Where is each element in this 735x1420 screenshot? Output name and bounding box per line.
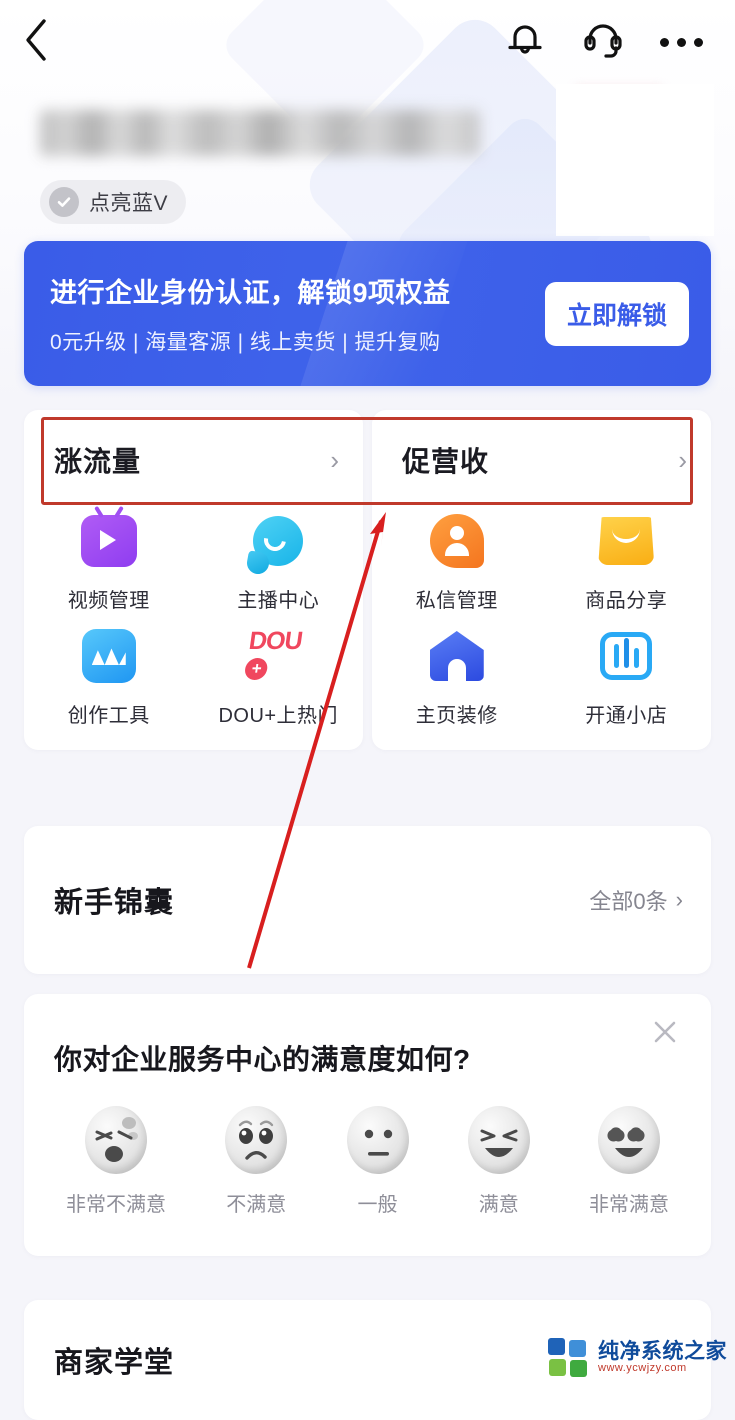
creation-tool-icon [69,617,148,695]
grid-item-label: 商品分享 [585,590,668,612]
chevron-right-icon: › [675,887,683,912]
card-revenue-boost-grid: 私信管理 商品分享 主页装修 开通小店 [372,502,712,728]
novice-guide-more-label: 全部0条 [589,889,668,914]
direct-message-icon [417,502,496,580]
survey-options-row: 非常不满意 不满意 一般 满意 非常满意 [24,1078,711,1217]
novice-guide-more-link[interactable]: 全部0条 › [589,884,683,916]
watermark-url: www.ycwjzy.com [598,1362,687,1375]
survey-question: 你对企业服务中心的满意度如何? [54,1044,471,1075]
card-traffic-growth-grid: 视频管理 主播中心 创作工具 DOU+ DOU+上热门 [24,502,364,728]
anchor-center-icon [239,502,318,580]
notification-button[interactable] [503,20,547,64]
verify-badge-button[interactable]: 点亮蓝V [40,180,187,224]
survey-option-label: 一般 [357,1194,398,1216]
grid-item-label: 创作工具 [67,705,150,727]
account-name-masked [40,110,480,156]
grid-item-creation-tool[interactable]: 创作工具 [24,617,194,728]
chevron-right-icon: › [678,444,687,475]
back-button[interactable] [0,0,72,84]
survey-option-satisfied[interactable]: 满意 [467,1106,530,1217]
grid-item-label: 主播中心 [237,590,320,612]
card-revenue-boost-header[interactable]: 促营收 › [372,410,711,510]
survey-option-neutral[interactable]: 一般 [346,1106,409,1217]
novice-guide-card: 新手锦囊 全部0条 › [24,826,711,974]
banner-text-block: 进行企业身份认证，解锁9项权益 0元升级 | 海量客源 | 线上卖货 | 提升复… [24,271,545,356]
banner-subtitle: 0元升级 | 海量客源 | 线上卖货 | 提升复购 [50,331,441,354]
profile-block: 点亮蓝V [40,110,560,224]
open-shop-icon [587,617,666,695]
grid-item-product-share[interactable]: 商品分享 [542,502,712,613]
card-revenue-boost: 促营收 › 私信管理 商品分享 主页装修 开通小店 [372,410,711,750]
survey-option-very-unsatisfied[interactable]: 非常不满意 [66,1106,166,1217]
product-share-icon [587,502,666,580]
grid-item-label: 视频管理 [67,590,150,612]
more-options-button[interactable] [659,20,703,64]
card-traffic-growth: 涨流量 › 视频管理 主播中心 创作工具 DOU+ DOU+上热门 [24,410,363,750]
dou-plus-icon: DOU+ [239,617,318,695]
survey-option-unsatisfied[interactable]: 不满意 [225,1106,288,1217]
neutral-face-icon [346,1106,409,1174]
bell-icon [505,19,545,66]
angry-face-icon [85,1106,147,1174]
card-revenue-boost-title: 促营收 [402,446,490,477]
grid-item-label: 开通小店 [585,705,668,727]
survey-option-label: 不满意 [226,1194,287,1216]
check-circle-icon [49,187,79,217]
survey-option-label: 满意 [478,1194,519,1216]
grid-item-homepage-decorate[interactable]: 主页装修 [372,617,542,728]
survey-option-label: 非常不满意 [66,1194,166,1216]
grid-item-label: 私信管理 [415,590,498,612]
grid-item-label: 主页装修 [415,705,498,727]
headset-icon [582,19,624,66]
banner-title: 进行企业身份认证，解锁9项权益 [50,278,451,308]
grid-item-anchor-center[interactable]: 主播中心 [194,502,364,613]
survey-close-button[interactable] [641,1010,689,1058]
chevron-left-icon [23,18,49,67]
verify-badge-label: 点亮蓝V [89,192,169,215]
novice-guide-title: 新手锦囊 [54,887,175,919]
function-cards-row: 涨流量 › 视频管理 主播中心 创作工具 DOU+ DOU+上热门 促营收 › … [24,410,711,750]
sad-face-icon [225,1106,288,1174]
grid-item-label: DOU+上热门 [218,705,339,727]
merchant-school-title: 商家学堂 [54,1347,175,1379]
watermark-title: 纯净系统之家 [598,1340,727,1364]
heart-eyes-face-icon [598,1106,660,1174]
homepage-decorate-icon [417,617,496,695]
topbar-actions [503,20,735,64]
masked-overlay-box [556,84,714,236]
card-traffic-growth-header[interactable]: 涨流量 › [24,410,363,510]
more-dots-icon [659,37,703,47]
enterprise-verify-banner[interactable]: 进行企业身份认证，解锁9项权益 0元升级 | 海量客源 | 线上卖货 | 提升复… [24,241,711,386]
close-icon [650,1017,680,1052]
video-manage-icon [69,502,148,580]
watermark-text: 纯净系统之家 www.ycwjzy.com [598,1341,727,1375]
survey-option-very-satisfied[interactable]: 非常满意 [589,1106,669,1217]
grid-item-direct-message[interactable]: 私信管理 [372,502,542,613]
unlock-button[interactable]: 立即解锁 [544,281,689,346]
grid-item-open-shop[interactable]: 开通小店 [542,617,712,728]
card-traffic-growth-title: 涨流量 [54,446,142,477]
survey-option-label: 非常满意 [589,1194,669,1216]
watermark-logo-icon [548,1338,590,1378]
novice-guide-inner: 新手锦囊 全部0条 › [24,826,711,974]
happy-face-icon [467,1106,530,1174]
chevron-right-icon: › [330,444,339,475]
grid-item-dou-plus[interactable]: DOU+ DOU+上热门 [194,617,364,728]
top-navigation-bar [0,0,735,84]
grid-item-video-manage[interactable]: 视频管理 [24,502,194,613]
satisfaction-survey-card: 你对企业服务中心的满意度如何? 非常不满意 不满意 一般 满意 非常满意 [24,994,711,1256]
customer-service-button[interactable] [581,20,625,64]
watermark: 纯净系统之家 www.ycwjzy.com [548,1338,727,1378]
